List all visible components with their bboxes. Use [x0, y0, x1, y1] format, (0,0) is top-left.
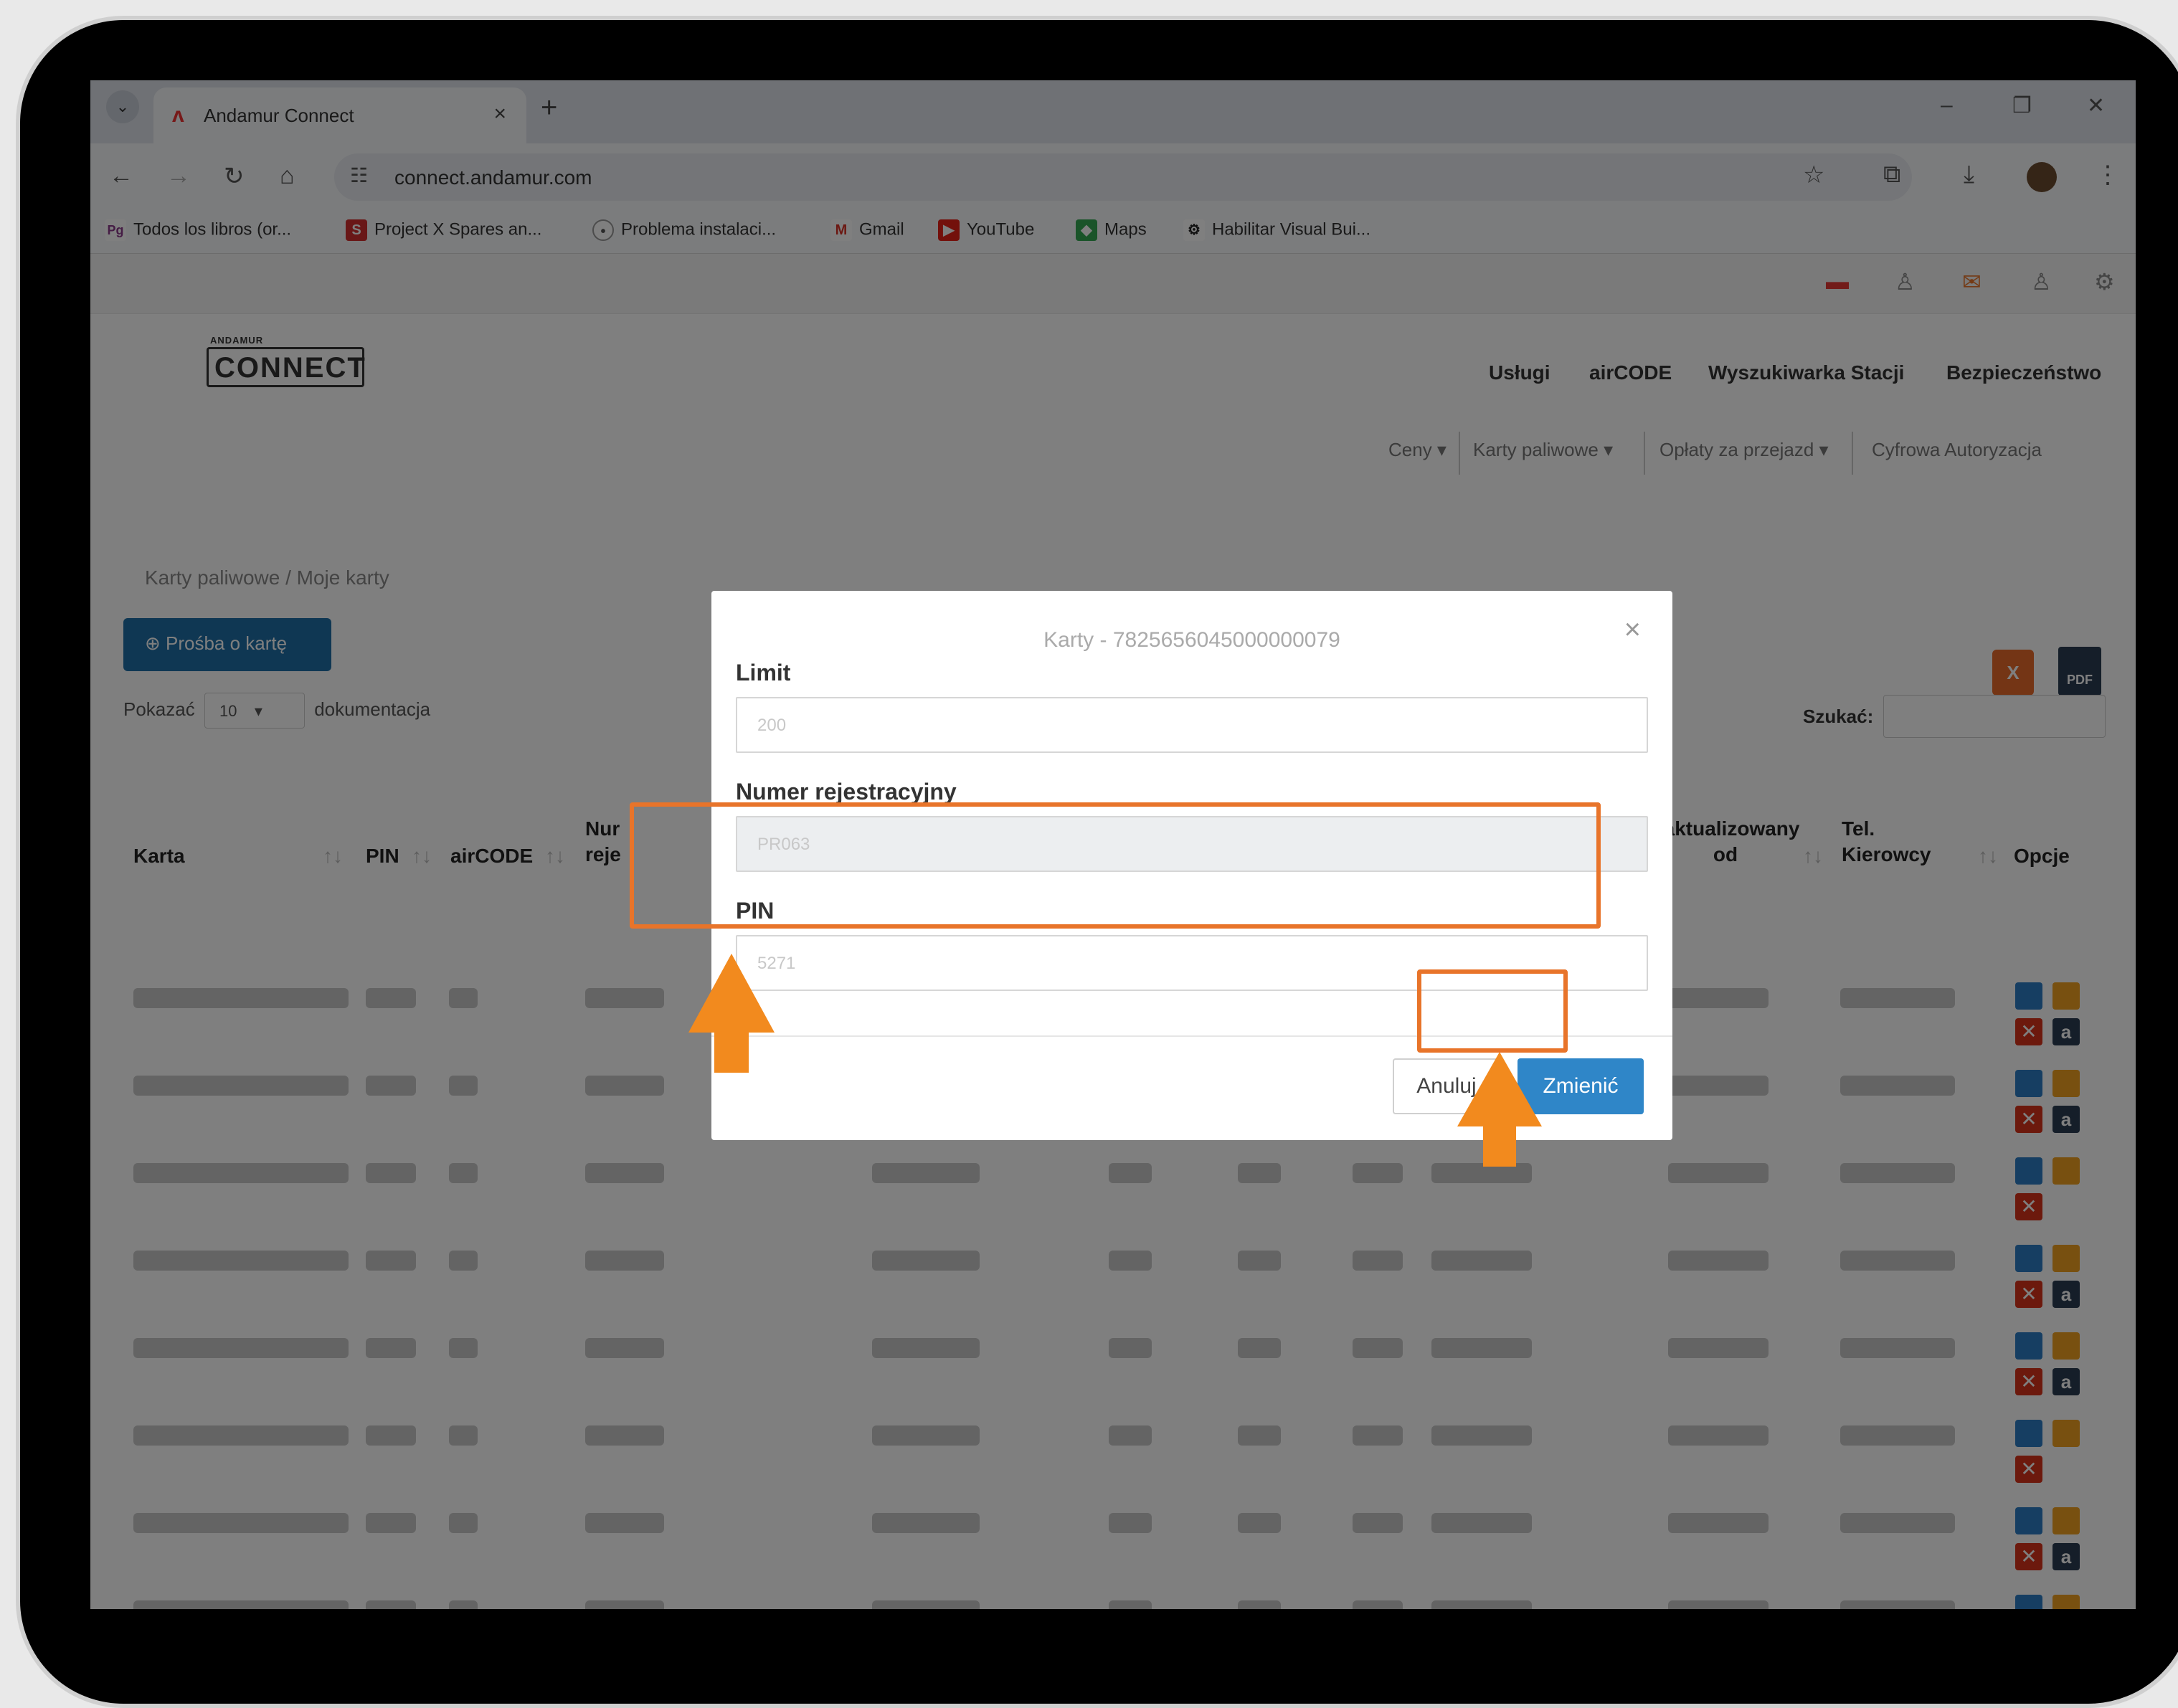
- registration-label: Numer rejestracyjny: [736, 779, 957, 805]
- arrow-up-icon: [1457, 1052, 1542, 1167]
- pin-field-highlight: [630, 802, 1601, 929]
- browser-window: ⌄ ᴧ Andamur Connect × + – ❐ ✕ ← → ↻ ⌂ ☷ …: [90, 80, 2136, 1609]
- modal-title: Karty - 7825656045000000079: [1043, 628, 1340, 652]
- arrow-up-icon: [688, 954, 775, 1073]
- change-button-highlight: [1417, 969, 1568, 1053]
- limit-label: Limit: [736, 660, 791, 685]
- limit-input[interactable]: 200: [736, 697, 1648, 753]
- modal-close-icon[interactable]: ×: [1624, 614, 1641, 646]
